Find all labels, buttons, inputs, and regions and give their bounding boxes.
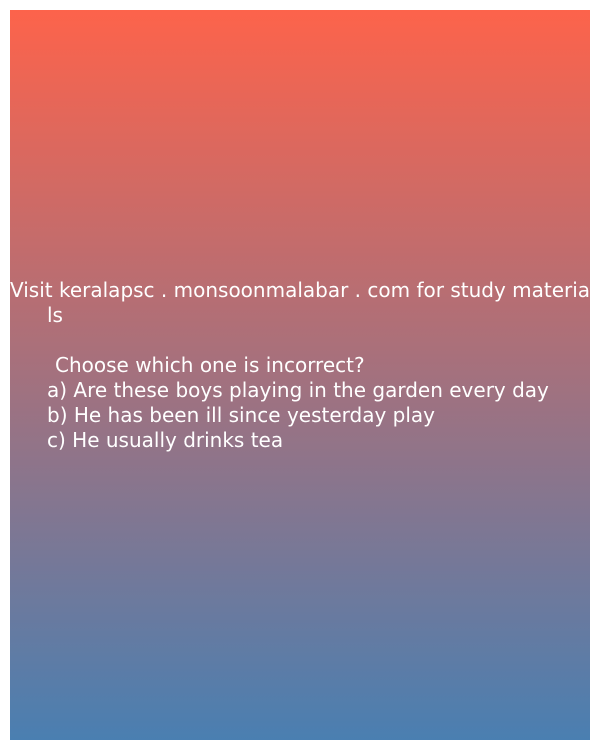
quiz-content: Visit keralapsc . monsoonmalabar . com f… <box>10 278 590 453</box>
option-b: b) He has been ill since yesterday play <box>47 403 436 427</box>
quiz-card: Visit keralapsc . monsoonmalabar . com f… <box>10 10 590 740</box>
question-prompt: Choose which one is incorrect? <box>55 353 365 377</box>
promo-text-line-1: Visit keralapsc . monsoonmalabar . com f… <box>10 278 591 302</box>
option-a: a) Are these boys playing in the garden … <box>47 378 549 402</box>
promo-text-line-2: ls <box>47 303 63 327</box>
option-c: c) He usually drinks tea <box>47 428 284 452</box>
